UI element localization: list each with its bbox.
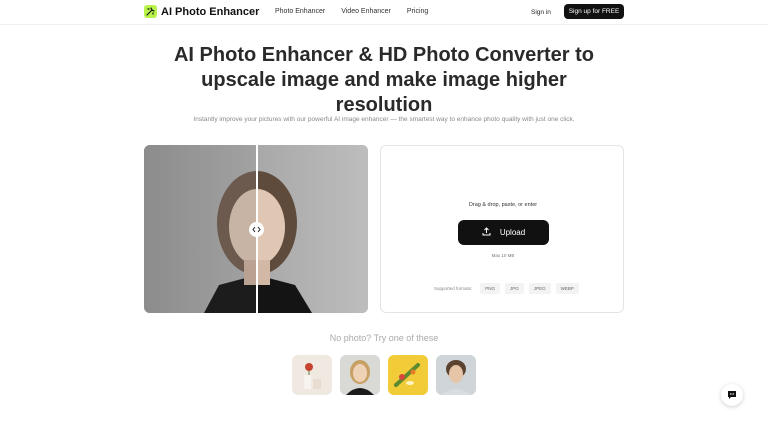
format-chip: WEBP [555, 283, 579, 294]
brand-name: AI Photo Enhancer [161, 5, 260, 18]
logo-icon [144, 5, 157, 18]
arrows-horizontal-icon[interactable] [249, 222, 264, 237]
format-chip: JPEG [528, 283, 551, 294]
upload-button[interactable]: Upload [458, 220, 549, 245]
format-chip: PNG [480, 283, 501, 294]
max-size-note: Max 10 MB [491, 253, 515, 258]
upload-button-label: Upload [499, 228, 526, 237]
formats-label: Supported formats: [434, 286, 473, 291]
main-nav: Photo Enhancer Video Enhancer Pricing [275, 8, 428, 15]
page-title: AI Photo Enhancer & HD Photo Converter t… [144, 43, 624, 118]
nav-video-enhancer[interactable]: Video Enhancer [341, 8, 391, 15]
format-chip: JPG [505, 283, 524, 294]
title-line: AI Photo Enhancer & HD Photo Converter t… [173, 44, 595, 66]
nav-pricing[interactable]: Pricing [407, 8, 428, 15]
before-image [144, 145, 297, 313]
upload-dropzone[interactable]: Drag & drop, paste, or enter Upload Max … [380, 145, 624, 313]
sample-image-man[interactable] [436, 355, 476, 395]
after-image [217, 145, 368, 313]
sample-image-woman[interactable] [340, 355, 380, 395]
upload-icon [482, 227, 491, 238]
samples-title: No photo? Try one of these [329, 333, 439, 343]
supported-formats: Supported formats: PNG JPG JPEG WEBP [434, 283, 579, 294]
signin-link[interactable]: Sign in [531, 9, 551, 16]
nav-photo-enhancer[interactable]: Photo Enhancer [275, 8, 325, 15]
chat-icon[interactable] [721, 384, 743, 406]
before-after-compare[interactable] [144, 145, 368, 313]
header: AI Photo Enhancer Photo Enhancer Video E… [0, 0, 768, 24]
hero-subtitle: Instantly improve your pictures with our… [193, 116, 575, 123]
header-divider [0, 24, 768, 25]
sample-image-product[interactable] [292, 355, 332, 395]
title-line: upscale image and make image higher [201, 69, 567, 91]
logo[interactable]: AI Photo Enhancer [144, 5, 259, 18]
page: AI Photo Enhancer Photo Enhancer Video E… [0, 0, 768, 432]
signup-button[interactable]: Sign up for FREE [564, 4, 624, 19]
upload-hint: Drag & drop, paste, or enter [468, 202, 538, 208]
title-line: resolution [335, 94, 433, 116]
sample-image-food[interactable] [388, 355, 428, 395]
sample-images [292, 355, 476, 395]
